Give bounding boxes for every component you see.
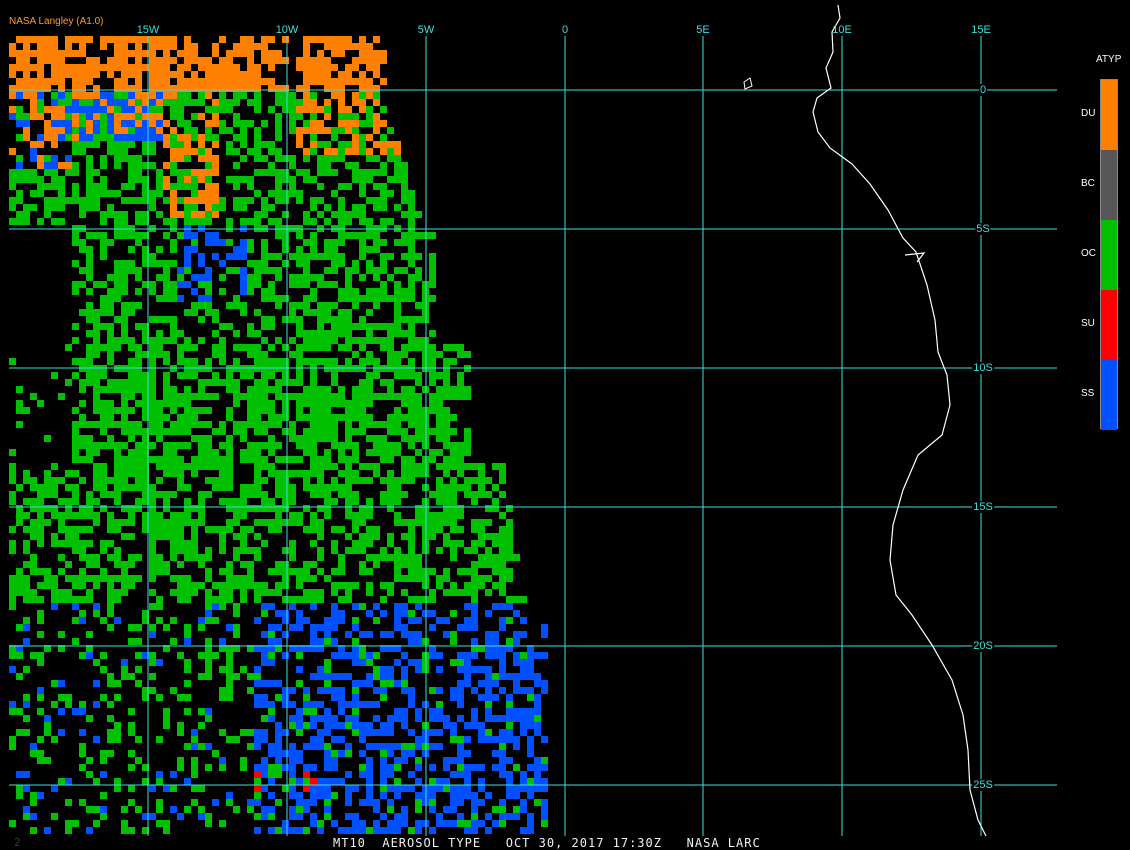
legend-swatch-bc — [1101, 150, 1117, 220]
latitude-label: 15S — [972, 501, 994, 513]
longitude-label: 15W — [136, 24, 160, 36]
legend-swatch-su — [1101, 290, 1117, 360]
frame-number: 2 — [14, 836, 21, 849]
latitude-label: 5S — [975, 223, 991, 235]
legend-title: ATYP — [1096, 54, 1122, 65]
legend-swatch-du — [1101, 80, 1117, 150]
longitude-label: 10W — [275, 24, 299, 36]
longitude-label: 0 — [561, 24, 569, 36]
product-caption: MT10 AEROSOL TYPE OCT 30, 2017 17:30Z NA… — [333, 836, 761, 850]
aerosol-type-overlay — [9, 36, 548, 834]
latitude-label: 25S — [972, 779, 994, 791]
status-bar: 2 MT10 AEROSOL TYPE OCT 30, 2017 17:30Z … — [0, 836, 1130, 850]
aerosol-type-legend — [1100, 79, 1118, 430]
legend-swatch-ss — [1101, 360, 1117, 430]
longitude-label: 5W — [417, 24, 435, 36]
data-source-label: NASA Langley (A1.0) — [9, 16, 104, 27]
legend-label-du: DU — [1081, 108, 1096, 119]
latitude-label: 10S — [972, 362, 994, 374]
cabinda-coast-bit — [904, 252, 926, 263]
legend-label-ss: SS — [1081, 388, 1095, 399]
latitude-label: 20S — [972, 640, 994, 652]
legend-label-su: SU — [1081, 318, 1095, 329]
latitude-label: 0 — [978, 84, 988, 96]
island-outline — [743, 77, 753, 90]
africa-coastline — [812, 4, 987, 836]
aerosol-map — [9, 4, 1057, 836]
satellite-map-view: NASA Langley (A1.0) 15W 10W 5W 0 5E 10E 15E 0 5… — [0, 0, 1130, 850]
legend-swatch-oc — [1101, 220, 1117, 290]
legend-label-oc: OC — [1081, 248, 1096, 259]
longitude-label: 5E — [696, 24, 710, 36]
longitude-label: 15E — [971, 24, 991, 36]
longitude-label: 10E — [832, 24, 852, 36]
legend-label-bc: BC — [1081, 178, 1095, 189]
